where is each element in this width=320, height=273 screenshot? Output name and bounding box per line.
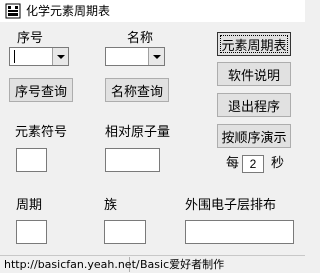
help-button[interactable]: 软件说明 (217, 62, 291, 86)
chevron-down-icon[interactable] (52, 48, 68, 65)
exit-button[interactable]: 退出程序 (217, 93, 291, 117)
electrons-field[interactable] (185, 220, 294, 244)
period-label: 周期 (16, 198, 43, 213)
interval-input[interactable] (242, 155, 264, 173)
symbol-field[interactable] (16, 148, 47, 172)
window-title: 化学元素周期表 (26, 4, 111, 18)
electrons-label: 外围电子层排布 (185, 198, 277, 213)
serial-label: 序号 (17, 31, 44, 46)
period-field[interactable] (16, 220, 47, 244)
query-name-button[interactable]: 名称查询 (105, 78, 169, 102)
chevron-down-icon[interactable] (148, 48, 164, 65)
serial-combo[interactable] (9, 47, 69, 66)
symbol-label: 元素符号 (15, 125, 68, 140)
title-bar: 化学元素周期表 (0, 0, 305, 22)
demo-button[interactable]: 按顺序演示 (217, 124, 291, 148)
text-caret (14, 50, 15, 63)
main-window: 化学元素周期表 序号 名称 序号查询 名称查询 元素周期表 软件说明 退出程序 … (0, 0, 305, 273)
mass-field[interactable] (105, 148, 160, 172)
periodic-table-button[interactable]: 元素周期表 (217, 32, 291, 56)
status-credit: Basic爱好者制作 (140, 258, 225, 271)
status-bar: http://basicfan.yeah.net/ Basic爱好者制作 (0, 255, 305, 273)
per-prefix-label: 每 (226, 156, 240, 171)
query-serial-button[interactable]: 序号查询 (9, 78, 73, 102)
group-label: 族 (104, 198, 118, 213)
per-suffix-label: 秒 (271, 156, 285, 171)
name-label: 名称 (127, 31, 154, 46)
group-field[interactable] (104, 220, 146, 244)
app-icon (5, 3, 21, 19)
mass-label: 相对原子量 (105, 125, 171, 140)
status-url: http://basicfan.yeah.net/ (4, 257, 140, 272)
name-combo[interactable] (105, 47, 165, 66)
